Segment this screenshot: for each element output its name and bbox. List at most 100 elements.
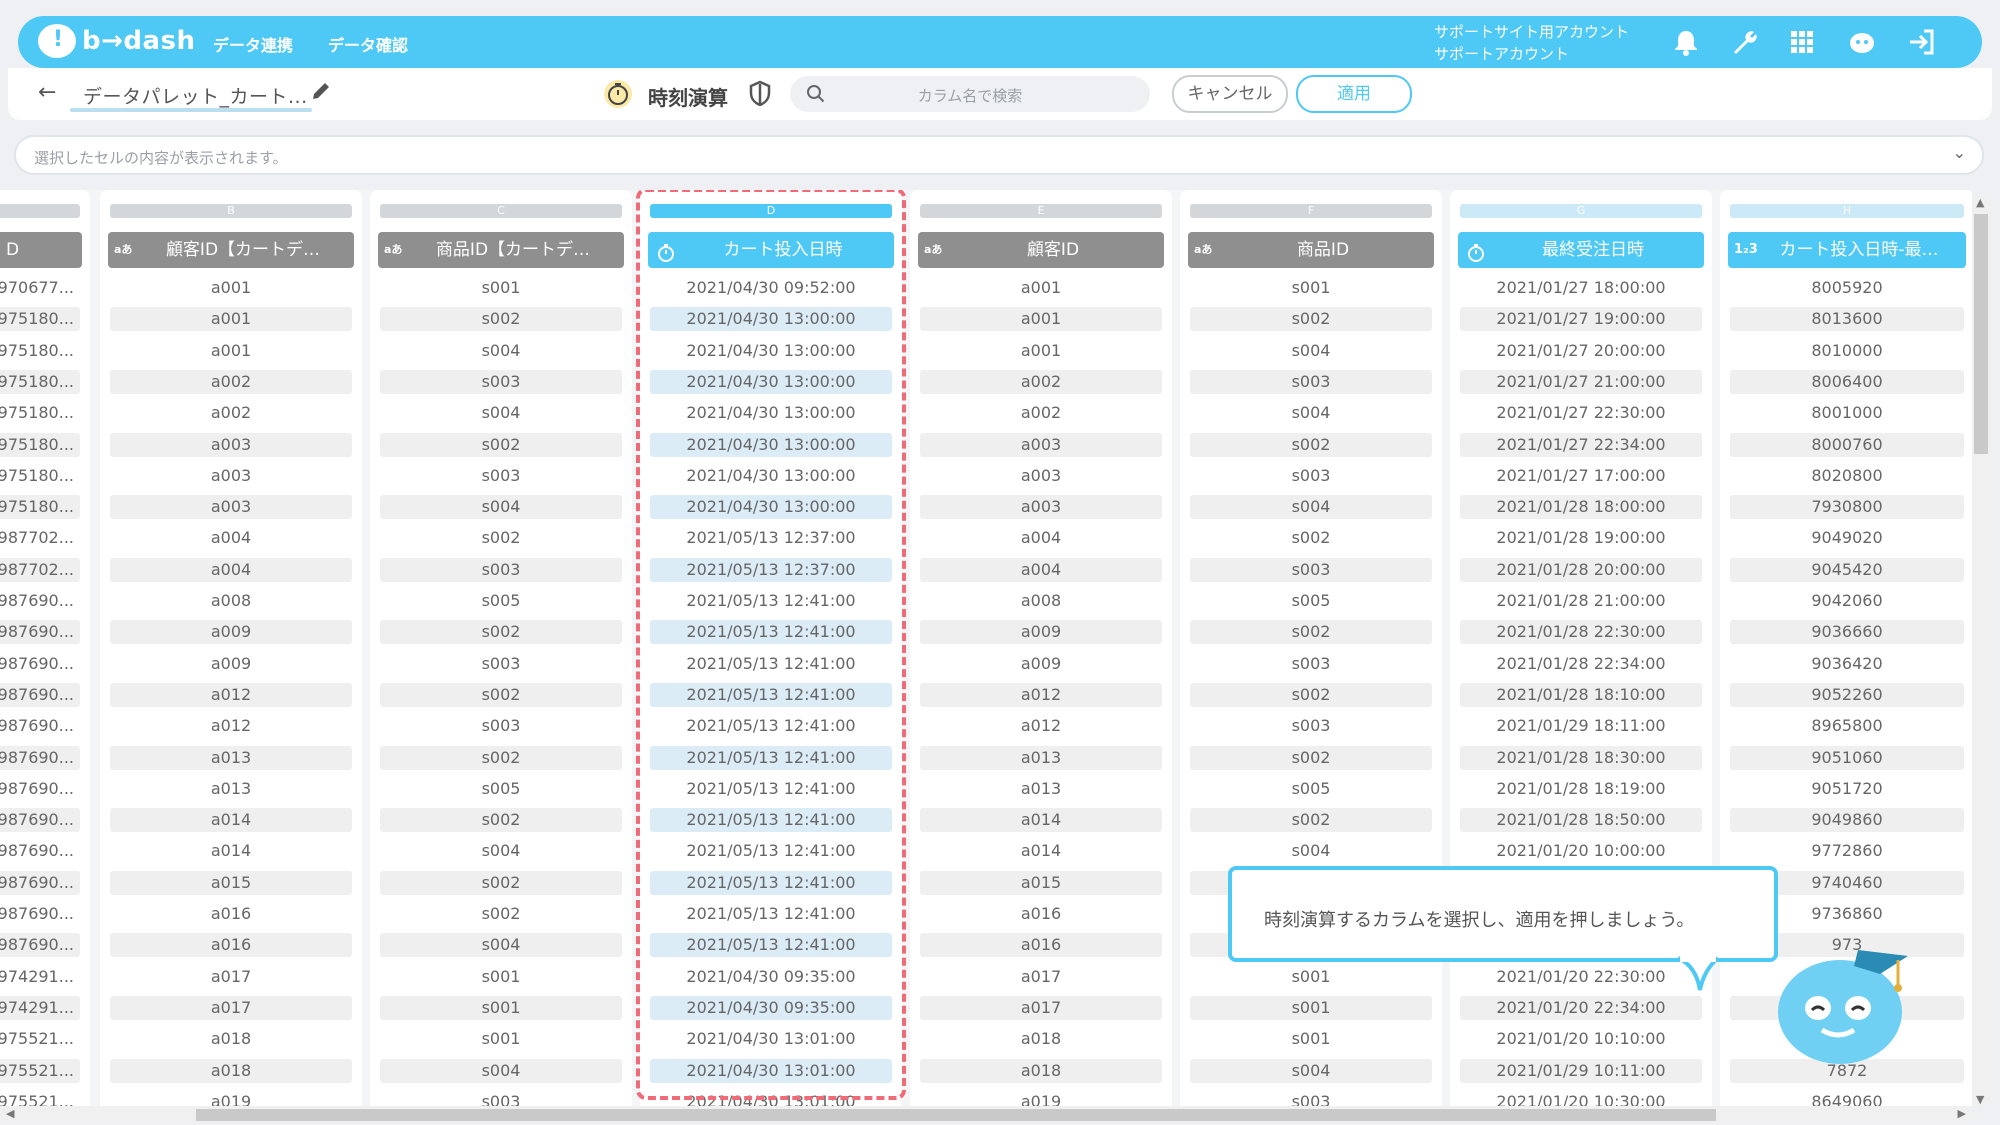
table-cell[interactable]: 2021/05/13 12:41:00: [650, 902, 892, 926]
table-cell[interactable]: 2021/05/13 12:41:00: [650, 589, 892, 613]
table-cell[interactable]: a001: [920, 307, 1162, 332]
table-cell[interactable]: 974291...: [0, 965, 80, 989]
table-cell[interactable]: s003: [1190, 652, 1432, 676]
table-cell[interactable]: 2021/05/13 12:37:00: [650, 557, 892, 582]
account-sub[interactable]: サポートアカウント: [1434, 43, 1569, 64]
table-cell[interactable]: 2021/01/27 22:34:00: [1460, 432, 1702, 457]
table-cell[interactable]: a014: [920, 808, 1162, 833]
column-header[interactable]: aあ 顧客ID: [918, 232, 1164, 268]
table-cell[interactable]: a002: [110, 401, 352, 425]
table-cell[interactable]: s004: [380, 401, 622, 425]
table-cell[interactable]: 2021/01/27 17:00:00: [1460, 464, 1702, 488]
table-cell[interactable]: s003: [1190, 369, 1432, 394]
table-cell[interactable]: 2021/05/13 12:41:00: [650, 808, 892, 833]
table-cell[interactable]: s002: [380, 902, 622, 926]
table-cell[interactable]: s001: [1190, 965, 1432, 989]
table-cell[interactable]: s003: [380, 464, 622, 488]
column-f[interactable]: Faあ 商品ID s001 s002 s004 s003 s004 s002 s003 s004 s…: [1180, 190, 1442, 1110]
table-cell[interactable]: 987690...: [0, 652, 80, 676]
table-cell[interactable]: s002: [1190, 432, 1432, 457]
column-header[interactable]: aあ 商品ID: [1188, 232, 1434, 268]
table-cell[interactable]: a012: [110, 714, 352, 738]
table-cell[interactable]: 987690...: [0, 777, 80, 801]
table-cell[interactable]: a013: [920, 777, 1162, 801]
table-cell[interactable]: a016: [110, 902, 352, 926]
pencil-icon[interactable]: [310, 80, 332, 102]
table-cell[interactable]: s004: [1190, 1058, 1432, 1083]
table-cell[interactable]: s003: [380, 652, 622, 676]
table-cell[interactable]: a013: [110, 745, 352, 770]
scroll-left-icon[interactable]: ◀: [6, 1107, 14, 1120]
table-cell[interactable]: 2021/01/20 10:10:00: [1460, 1027, 1702, 1051]
column-letter[interactable]: B: [110, 204, 352, 218]
table-cell[interactable]: 8020800: [1730, 464, 1964, 488]
column-letter[interactable]: E: [920, 204, 1162, 218]
table-cell[interactable]: a018: [110, 1027, 352, 1051]
account-name[interactable]: サポートサイト用アカウント: [1434, 21, 1629, 42]
table-cell[interactable]: 2021/05/13 12:41:00: [650, 620, 892, 645]
table-cell[interactable]: s005: [380, 589, 622, 613]
table-cell[interactable]: 2021/05/13 12:41:00: [650, 933, 892, 958]
table-cell[interactable]: a001: [110, 307, 352, 332]
table-cell[interactable]: 9049860: [1730, 808, 1964, 833]
table-cell[interactable]: 987690...: [0, 682, 80, 707]
table-cell[interactable]: 2021/01/29 18:11:00: [1460, 714, 1702, 738]
table-cell[interactable]: 2021/01/28 18:50:00: [1460, 808, 1702, 833]
column-header[interactable]: aあ 顧客ID【カートデ…: [108, 232, 354, 268]
table-cell[interactable]: 987702...: [0, 526, 80, 550]
table-cell[interactable]: 987690...: [0, 839, 80, 863]
table-cell[interactable]: 2021/01/28 21:00:00: [1460, 589, 1702, 613]
logout-icon[interactable]: [1906, 26, 1938, 58]
table-cell[interactable]: s003: [1190, 464, 1432, 488]
table-cell[interactable]: 2021/04/30 13:00:00: [650, 339, 892, 363]
column-g[interactable]: G 最終受注日時 2021/01/27 18:00:00 2021/01/27 19:…: [1450, 190, 1712, 1110]
column-letter[interactable]: C: [380, 204, 622, 218]
table-cell[interactable]: a012: [110, 682, 352, 707]
column-header[interactable]: D: [0, 232, 82, 268]
table-cell[interactable]: s004: [380, 339, 622, 363]
table-cell[interactable]: 2021/04/30 13:01:00: [650, 1058, 892, 1083]
table-cell[interactable]: a002: [920, 369, 1162, 394]
table-cell[interactable]: 975180...: [0, 464, 80, 488]
table-cell[interactable]: 2021/01/27 18:00:00: [1460, 276, 1702, 300]
bell-icon[interactable]: [1670, 26, 1702, 58]
table-cell[interactable]: s003: [380, 369, 622, 394]
table-cell[interactable]: 9036660: [1730, 620, 1964, 645]
table-cell[interactable]: 987690...: [0, 933, 80, 958]
table-cell[interactable]: 2021/05/13 12:41:00: [650, 777, 892, 801]
shield-icon[interactable]: [748, 80, 772, 107]
table-cell[interactable]: 2021/01/28 22:30:00: [1460, 620, 1702, 645]
table-cell[interactable]: s004: [1190, 839, 1432, 863]
table-cell[interactable]: 2021/01/20 10:00:00: [1460, 839, 1702, 863]
column-header[interactable]: 最終受注日時: [1458, 232, 1704, 268]
table-cell[interactable]: s002: [380, 307, 622, 332]
table-cell[interactable]: s004: [1190, 495, 1432, 520]
column-e[interactable]: Eaあ 顧客ID a001 a001 a001 a002 a002 a003 a003 a003 a…: [910, 190, 1172, 1110]
table-cell[interactable]: 975180...: [0, 432, 80, 457]
table-cell[interactable]: a001: [920, 276, 1162, 300]
table-cell[interactable]: 974291...: [0, 995, 80, 1020]
column-letter[interactable]: G: [1460, 204, 1702, 218]
table-cell[interactable]: a012: [920, 682, 1162, 707]
table-cell[interactable]: 2021/01/28 18:00:00: [1460, 495, 1702, 520]
table-cell[interactable]: 2021/04/30 09:35:00: [650, 965, 892, 989]
table-cell[interactable]: 987690...: [0, 870, 80, 895]
table-cell[interactable]: s002: [380, 808, 622, 833]
table-cell[interactable]: 2021/04/30 13:00:00: [650, 464, 892, 488]
table-cell[interactable]: s004: [1190, 339, 1432, 363]
table-cell[interactable]: s004: [380, 1058, 622, 1083]
table-cell[interactable]: s003: [1190, 557, 1432, 582]
table-cell[interactable]: 9051720: [1730, 777, 1964, 801]
nav-data-integration[interactable]: データ連携: [213, 32, 293, 56]
table-cell[interactable]: 2021/01/27 21:00:00: [1460, 369, 1702, 394]
table-cell[interactable]: a014: [110, 808, 352, 833]
table-cell[interactable]: s002: [380, 870, 622, 895]
table-cell[interactable]: 975180...: [0, 307, 80, 332]
table-cell[interactable]: 987690...: [0, 620, 80, 645]
table-cell[interactable]: a014: [920, 839, 1162, 863]
table-cell[interactable]: s002: [1190, 620, 1432, 645]
column-c[interactable]: Caあ 商品ID【カートデ… s001 s002 s004 s003 s004 s002 s00…: [370, 190, 632, 1110]
column-search-input[interactable]: カラム名で検索: [790, 76, 1150, 112]
table-cell[interactable]: s004: [380, 933, 622, 958]
table-cell[interactable]: 2021/04/30 13:00:00: [650, 369, 892, 394]
